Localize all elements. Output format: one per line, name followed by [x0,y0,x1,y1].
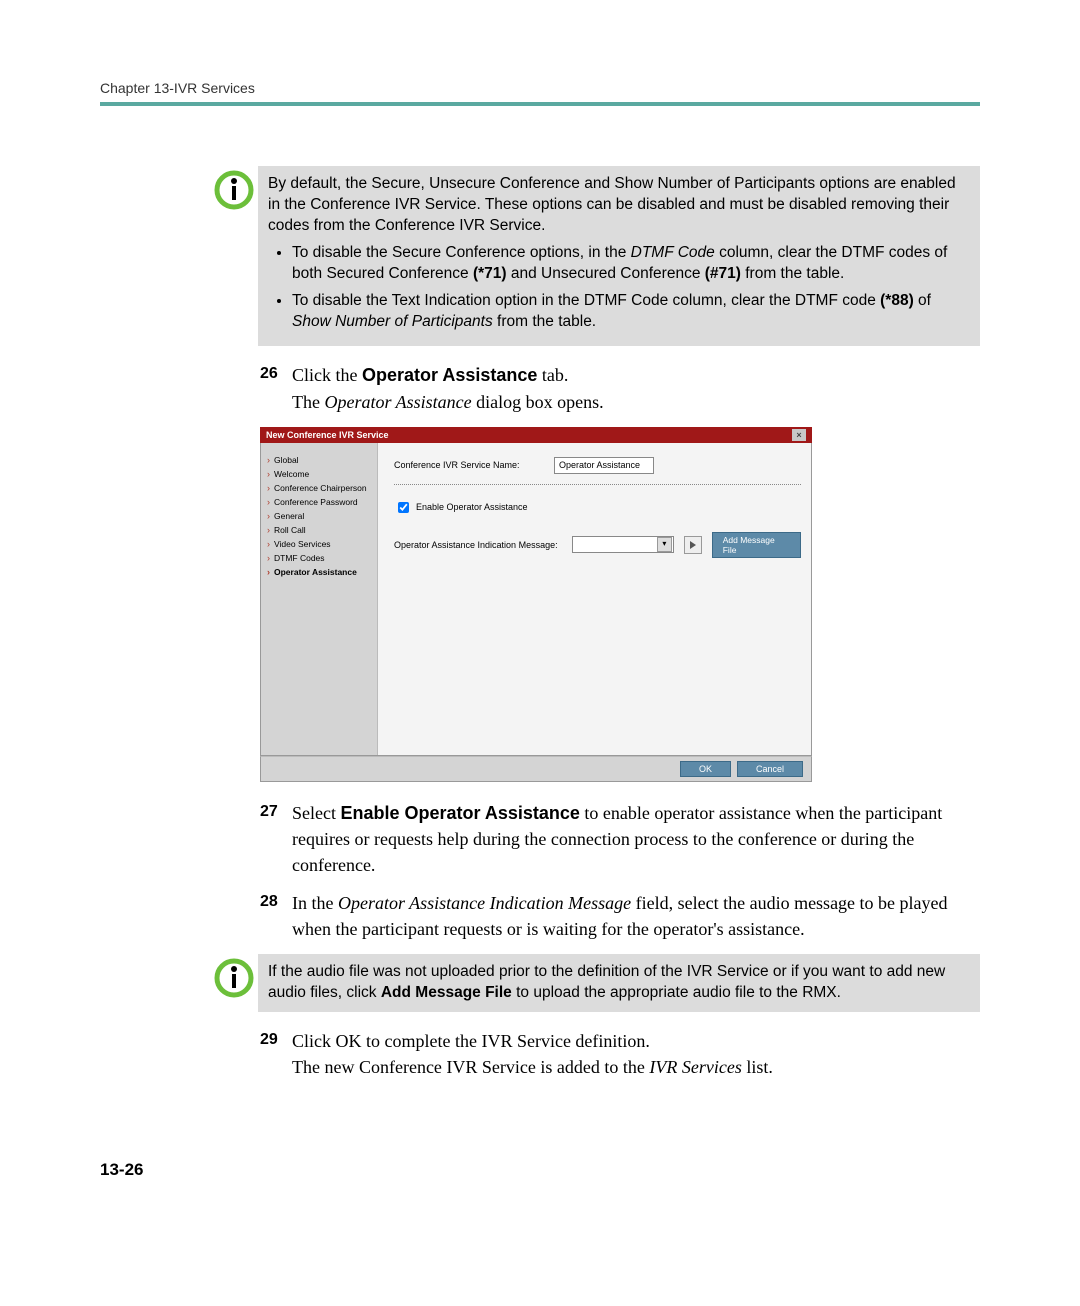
page-number: 13-26 [100,1160,980,1180]
close-icon[interactable]: × [792,429,806,441]
sidebar-item-welcome[interactable]: ›Welcome [265,467,373,481]
step-28-number: 28 [260,890,292,942]
step-27-text: Select Enable Operator Assistance to ena… [292,800,980,878]
dialog-title: New Conference IVR Service [266,430,389,440]
note1-bullet-1: To disable the Secure Conference options… [292,243,970,285]
note-icon [210,166,258,210]
note-icon [210,954,258,998]
step-26-number: 26 [260,362,292,414]
sidebar-item-general[interactable]: ›General [265,509,373,523]
add-message-file-button[interactable]: Add Message File [712,532,801,558]
sidebar-item-chairperson[interactable]: ›Conference Chairperson [265,481,373,495]
ok-button[interactable]: OK [680,761,731,777]
sidebar-item-dtmf[interactable]: ›DTMF Codes [265,551,373,565]
dialog-screenshot: New Conference IVR Service × ›Global ›We… [260,427,812,782]
header-rule [100,102,980,106]
indication-message-dropdown[interactable]: ▾ [572,536,674,553]
note1-intro: By default, the Secure, Unsecure Confere… [268,175,956,234]
divider [394,484,801,485]
enable-operator-label: Enable Operator Assistance [416,502,528,512]
step-28-text: In the Operator Assistance Indication Me… [292,890,980,942]
sidebar-item-operator[interactable]: ›Operator Assistance [265,565,373,579]
dialog-sidebar: ›Global ›Welcome ›Conference Chairperson… [261,443,377,755]
sidebar-item-video[interactable]: ›Video Services [265,537,373,551]
indication-message-label: Operator Assistance Indication Message: [394,540,562,550]
sidebar-item-password[interactable]: ›Conference Password [265,495,373,509]
service-name-label: Conference IVR Service Name: [394,460,544,470]
step-26-text: Click the Operator Assistance tab. The O… [292,362,980,414]
note-box-2: If the audio file was not uploaded prior… [258,954,980,1012]
service-name-input[interactable] [554,457,654,474]
sidebar-item-rollcall[interactable]: ›Roll Call [265,523,373,537]
cancel-button[interactable]: Cancel [737,761,803,777]
step-27-number: 27 [260,800,292,878]
note-box-1: By default, the Secure, Unsecure Confere… [258,166,980,346]
play-icon[interactable] [684,536,702,554]
step-29-number: 29 [260,1028,292,1080]
chapter-header: Chapter 13-IVR Services [100,80,980,96]
enable-operator-checkbox[interactable] [398,502,409,513]
sidebar-item-global[interactable]: ›Global [265,453,373,467]
note1-bullet-2: To disable the Text Indication option in… [292,291,970,333]
step-29-text: Click OK to complete the IVR Service def… [292,1028,980,1080]
chevron-down-icon: ▾ [657,537,672,552]
